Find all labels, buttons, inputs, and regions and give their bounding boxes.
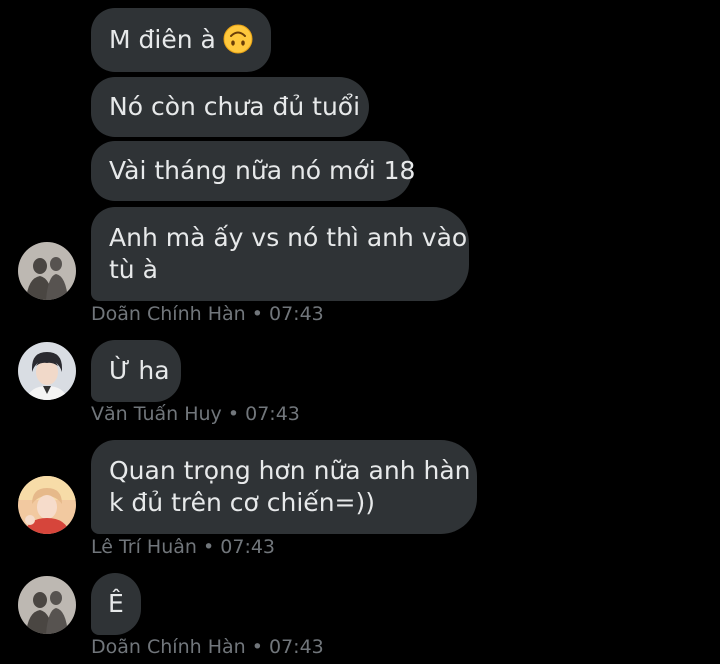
sender-name[interactable]: Lê Trí Huân bbox=[91, 536, 197, 558]
message-text: Vài tháng nữa nó mới 18 bbox=[109, 156, 416, 185]
avatar-photo-icon bbox=[18, 576, 76, 634]
message-meta: Văn Tuấn Huy • 07:43 bbox=[91, 402, 300, 426]
avatar-doan-chinh-han[interactable] bbox=[18, 242, 76, 300]
separator: • bbox=[203, 536, 215, 558]
message-text-line: k đủ trên cơ chiến=)) bbox=[109, 488, 375, 517]
message-bubble[interactable]: M điên à bbox=[91, 8, 271, 72]
timestamp: 07:43 bbox=[268, 303, 324, 325]
avatar-le-tri-huan[interactable] bbox=[18, 476, 76, 534]
message-text-line: tù à bbox=[109, 255, 158, 284]
avatar-photo-icon bbox=[18, 476, 76, 534]
separator: • bbox=[251, 303, 263, 325]
message-bubble[interactable]: Nó còn chưa đủ tuổi bbox=[91, 77, 369, 137]
message-bubble[interactable]: Anh mà ấy vs nó thì anh vào tù à bbox=[91, 207, 469, 301]
sender-name[interactable]: Văn Tuấn Huy bbox=[91, 403, 222, 425]
avatar-photo-icon bbox=[18, 342, 76, 400]
sender-name[interactable]: Doãn Chính Hàn bbox=[91, 303, 246, 325]
avatar-photo-icon bbox=[18, 242, 76, 300]
message-text-line: Anh mà ấy vs nó thì anh vào bbox=[109, 223, 468, 252]
message-bubble[interactable]: Vài tháng nữa nó mới 18 bbox=[91, 141, 416, 201]
timestamp: 07:43 bbox=[268, 636, 324, 658]
separator: • bbox=[227, 403, 240, 425]
upside-down-face-emoji-icon bbox=[223, 24, 253, 54]
timestamp: 07:43 bbox=[245, 403, 300, 425]
message-text-line: Quan trọng hơn nữa anh hàn bbox=[109, 456, 471, 485]
timestamp: 07:43 bbox=[220, 536, 276, 558]
avatar-van-tuan-huy[interactable] bbox=[18, 342, 76, 400]
message-bubble[interactable]: Quan trọng hơn nữa anh hàn k đủ trên cơ … bbox=[91, 440, 477, 534]
message-meta: Doãn Chính Hàn • 07:43 bbox=[91, 635, 324, 659]
message-text: Ê bbox=[108, 589, 124, 618]
message-bubble[interactable]: Ê bbox=[91, 573, 141, 635]
message-text: Ừ ha bbox=[109, 356, 170, 385]
separator: • bbox=[251, 636, 263, 658]
avatar-doan-chinh-han[interactable] bbox=[18, 576, 76, 634]
message-meta: Lê Trí Huân • 07:43 bbox=[91, 535, 275, 559]
message-text: Nó còn chưa đủ tuổi bbox=[109, 92, 361, 121]
message-text: M điên à bbox=[109, 25, 216, 54]
message-bubble[interactable]: Ừ ha bbox=[91, 340, 181, 402]
message-meta: Doãn Chính Hàn • 07:43 bbox=[91, 302, 324, 326]
sender-name[interactable]: Doãn Chính Hàn bbox=[91, 636, 246, 658]
